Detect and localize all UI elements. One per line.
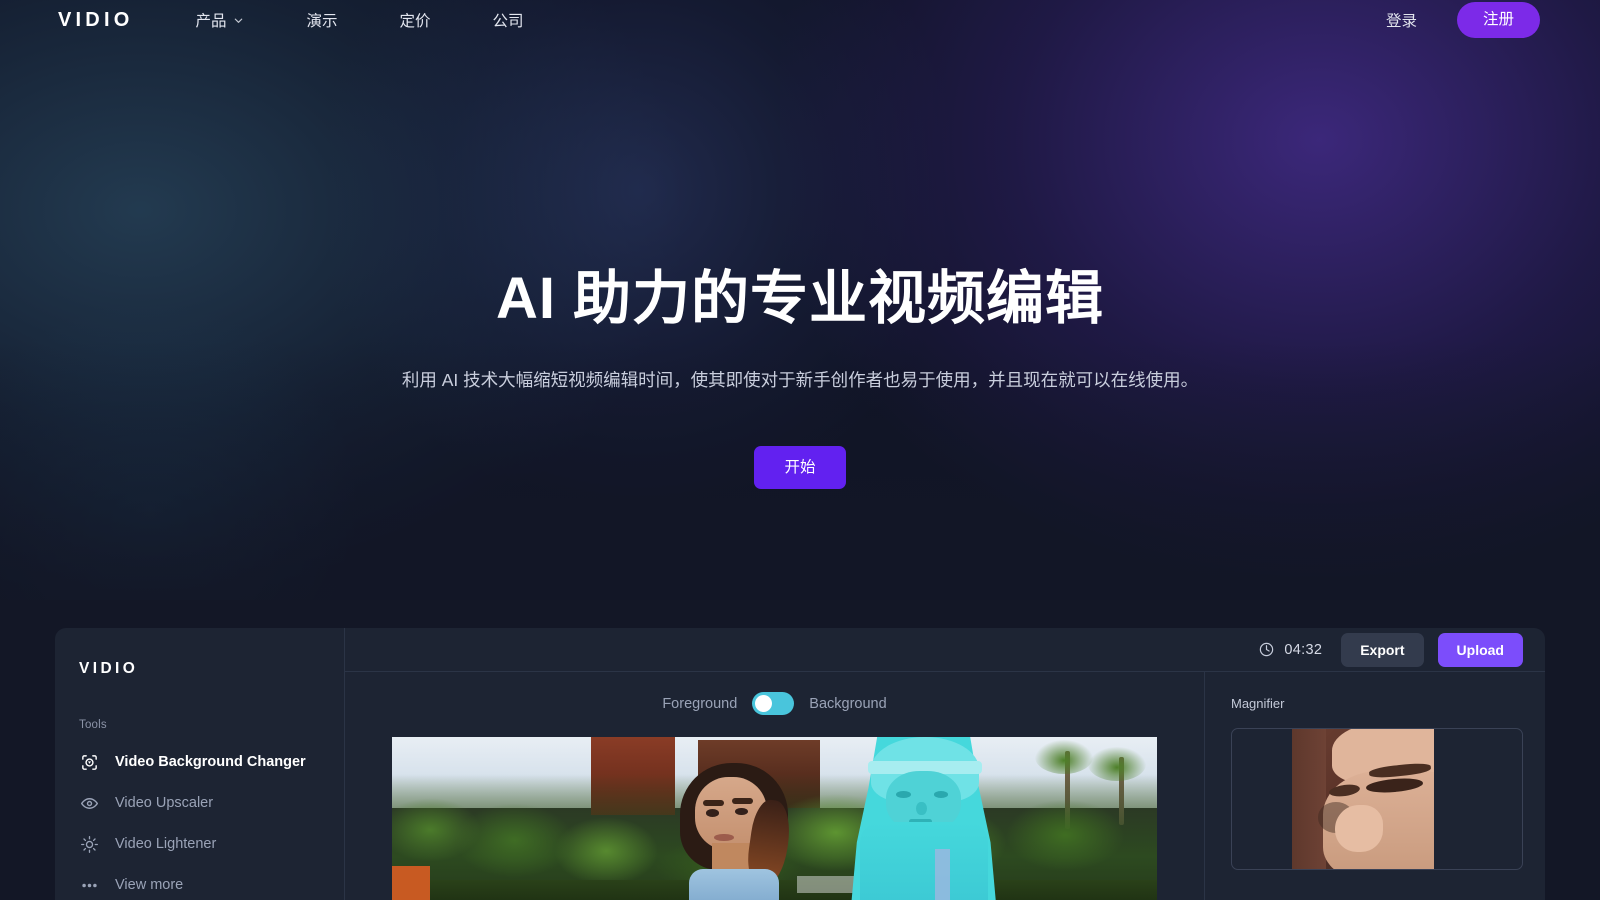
video-person-original [660, 754, 805, 900]
foreground-background-toggle[interactable] [752, 692, 795, 715]
nav-item-products-label: 产品 [195, 13, 227, 30]
app-topbar: 04:32 Export Upload [345, 628, 1545, 672]
app-sidebar: VIDIO Tools Video Background Changer Vid… [55, 628, 345, 900]
background-label: Background [809, 695, 887, 712]
eye-icon [79, 793, 99, 813]
sidebar-item-label: Video Upscaler [115, 795, 214, 811]
signup-button[interactable]: 注册 [1456, 2, 1540, 38]
hero-subtitle: 利用 AI 技术大幅缩短视频编辑时间，使其即使对于新手创作者也易于使用，并且现在… [401, 370, 1199, 391]
nav-item-demo[interactable]: 演示 [306, 9, 337, 31]
nav-item-products[interactable]: 产品 [195, 9, 244, 31]
segmentation-toggle-row: Foreground Background [662, 692, 887, 715]
nav-item-pricing-label: 定价 [399, 13, 431, 30]
get-started-button[interactable]: 开始 [754, 445, 846, 490]
app-body: Foreground Background Magnifier [345, 672, 1545, 900]
video-person-segmented [851, 737, 997, 900]
hero-section: AI 助力的专业视频编辑 利用 AI 技术大幅缩短视频编辑时间，使其即使对于新手… [0, 0, 1600, 600]
toggle-knob [755, 695, 773, 712]
nav-item-company-label: 公司 [492, 13, 524, 30]
palm-fronds [1034, 740, 1093, 775]
sidebar-item-label: View more [115, 877, 184, 893]
video-orange-object [392, 866, 431, 900]
magnifier-panel: Magnifier [1205, 672, 1545, 900]
magnifier-title: Magnifier [1231, 696, 1285, 711]
sidebar-item-video-lightener[interactable]: Video Lightener [79, 834, 344, 854]
tools-section-label: Tools [79, 719, 107, 731]
hero-title: AI 助力的专业视频编辑 [495, 266, 1105, 331]
clock-icon [1260, 642, 1274, 657]
app-preview-panel: VIDIO Tools Video Background Changer Vid… [55, 628, 1545, 900]
magnifier-viewport[interactable] [1231, 728, 1523, 870]
sun-icon [79, 834, 99, 854]
brand-logo[interactable]: VIDIO [58, 10, 133, 30]
nav-actions: 登录 注册 [1386, 2, 1540, 38]
timer-value: 04:32 [1284, 641, 1323, 658]
sidebar-item-video-background-changer[interactable]: Video Background Changer [79, 752, 344, 772]
sidebar-item-label: Video Background Changer [115, 754, 306, 770]
nav-item-demo-label: 演示 [306, 13, 338, 30]
ellipsis-icon [79, 875, 99, 895]
nav-links: 产品 演示 定价 公司 [195, 9, 585, 31]
app-main: 04:32 Export Upload Foreground Backgroun… [345, 628, 1545, 900]
background-changer-icon [79, 752, 99, 772]
upload-button[interactable]: Upload [1437, 632, 1523, 667]
foreground-label: Foreground [662, 695, 738, 712]
sidebar-item-view-more[interactable]: View more [79, 875, 344, 895]
login-link[interactable]: 登录 [1386, 9, 1417, 31]
sidebar-item-video-upscaler[interactable]: Video Upscaler [79, 793, 344, 813]
timer: 04:32 [1258, 641, 1322, 658]
video-stage: Foreground Background [345, 672, 1205, 900]
page-root: VIDIO 产品 演示 定价 公司 登录 注册 AI 助力的专业视频编辑 利用 … [0, 0, 1600, 900]
app-logo: VIDIO [79, 660, 139, 677]
sidebar-item-label: Video Lightener [115, 836, 217, 852]
chevron-down-icon [235, 18, 243, 23]
export-button[interactable]: Export [1341, 632, 1424, 667]
nav-item-pricing[interactable]: 定价 [399, 9, 430, 31]
nav-item-company[interactable]: 公司 [493, 9, 524, 31]
magnifier-image [1292, 729, 1434, 869]
navbar: VIDIO 产品 演示 定价 公司 登录 注册 [0, 0, 1600, 40]
video-preview[interactable] [392, 737, 1157, 900]
